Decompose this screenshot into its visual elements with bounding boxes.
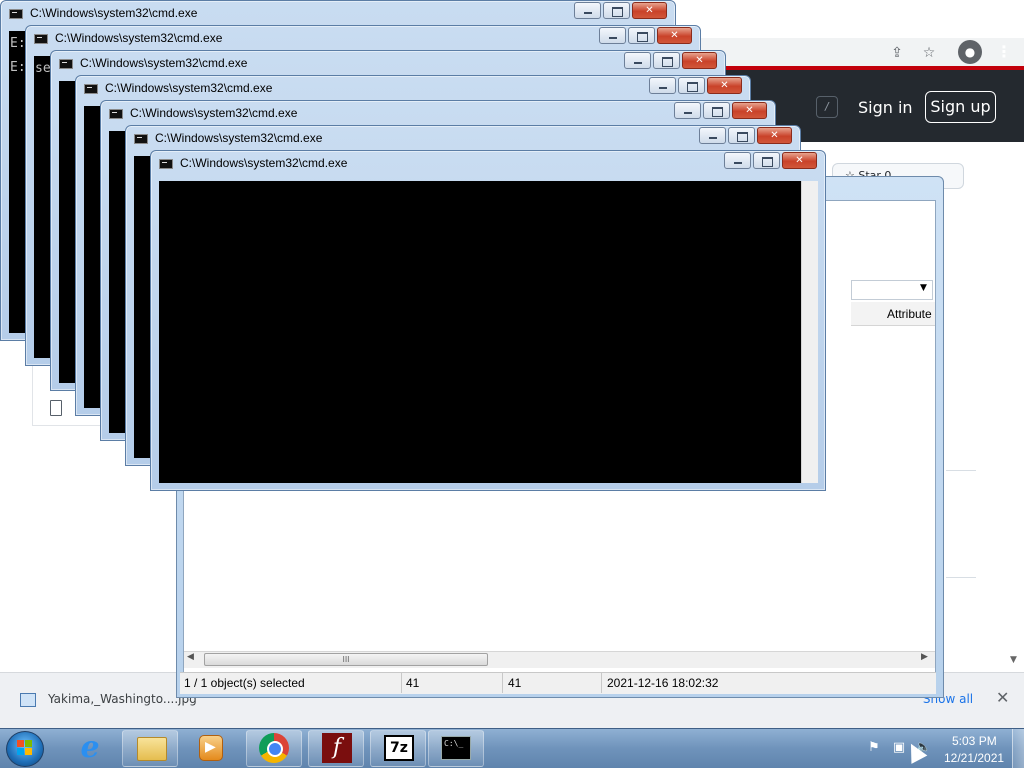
bookmark-star-icon[interactable]: ☆ [918, 42, 940, 64]
close-button[interactable] [682, 52, 717, 69]
search-shortcut-key[interactable]: / [816, 96, 838, 118]
status-separator [401, 673, 402, 693]
status-modified: 2021-12-16 18:02:32 [607, 676, 719, 690]
maximize-button[interactable] [653, 52, 680, 69]
maximize-button[interactable] [753, 152, 780, 169]
window-title: C:\Windows\system32\cmd.exe [180, 156, 348, 170]
scroll-down-arrow-icon[interactable]: ▼ [1010, 655, 1017, 665]
close-button[interactable] [707, 77, 742, 94]
maximize-button[interactable] [728, 127, 755, 144]
maximize-button[interactable] [603, 2, 630, 19]
console-icon [109, 109, 123, 119]
clock-time[interactable]: 5:03 PM [952, 734, 997, 748]
close-button[interactable] [732, 102, 767, 119]
logo-yellow-pane [25, 748, 32, 755]
console-icon [84, 84, 98, 94]
scroll-left-arrow-icon[interactable]: ◀ [187, 652, 194, 662]
maximize-button[interactable] [703, 102, 730, 119]
sign-in-link[interactable]: Sign in [858, 98, 913, 117]
internet-explorer-icon: e [80, 730, 100, 765]
status-separator [502, 673, 503, 693]
desktop: ⇪ ☆ ● ⋮ / Sign in Sign up ☆ Star 0 ▼ Yak… [0, 0, 1024, 768]
console-icon [34, 34, 48, 44]
window-title: C:\Windows\system32\cmd.exe [30, 6, 198, 20]
console-icon [134, 134, 148, 144]
close-button[interactable] [657, 27, 692, 44]
sign-up-button[interactable]: Sign up [925, 91, 996, 123]
download-file-name[interactable]: Yakima,_Washingto....jpg [48, 692, 197, 706]
cmd-window[interactable]: C:\Windows\system32\cmd.exe [150, 150, 826, 491]
console-icon [59, 59, 73, 69]
show-desktop-button[interactable] [1012, 729, 1024, 768]
status-selection: 1 / 1 object(s) selected [184, 676, 305, 690]
minimize-button[interactable] [674, 102, 701, 119]
window-title: C:\Windows\system32\cmd.exe [105, 81, 273, 95]
close-button[interactable] [632, 2, 667, 19]
column-header-attribute[interactable]: Attribute [887, 307, 932, 321]
flash-icon: f [322, 733, 352, 763]
image-file-icon [20, 693, 36, 707]
minimize-button[interactable] [624, 52, 651, 69]
chevron-down-icon[interactable]: ▼ [920, 283, 927, 293]
windows-logo-icon [17, 740, 33, 756]
scroll-right-arrow-icon[interactable]: ▶ [921, 652, 928, 662]
status-separator [601, 673, 602, 693]
logo-blue-pane [17, 748, 24, 755]
console-icon [9, 9, 23, 19]
window-title: C:\Windows\system32\cmd.exe [55, 31, 223, 45]
close-button[interactable] [757, 127, 792, 144]
share-icon[interactable]: ⇪ [886, 42, 908, 64]
7zip-icon: 7z [384, 735, 414, 761]
media-player-icon [199, 735, 223, 761]
vertical-scrollbar[interactable] [801, 181, 818, 483]
minimize-button[interactable] [649, 77, 676, 94]
minimize-button[interactable] [699, 127, 726, 144]
window-title: C:\Windows\system32\cmd.exe [80, 56, 248, 70]
logo-green-pane [25, 740, 32, 747]
divider [946, 470, 976, 471]
menu-kebab-icon[interactable]: ⋮ [996, 40, 1012, 64]
chrome-icon [259, 733, 289, 763]
console-area[interactable] [159, 181, 801, 483]
close-download-bar-icon[interactable]: ✕ [996, 688, 1009, 707]
maximize-button[interactable] [678, 77, 705, 94]
close-button[interactable] [782, 152, 817, 169]
clock-date[interactable]: 12/21/2021 [944, 751, 1004, 765]
action-center-flag-icon[interactable]: ⚑ [866, 741, 882, 755]
maximize-button[interactable] [628, 27, 655, 44]
minimize-button[interactable] [599, 27, 626, 44]
command-prompt-icon: C:\_ [441, 736, 471, 760]
console-icon [159, 159, 173, 169]
file-icon [50, 400, 62, 416]
window-title: C:\Windows\system32\cmd.exe [155, 131, 323, 145]
logo-red-pane [17, 740, 24, 747]
status-size: 41 [406, 676, 420, 690]
folder-icon [137, 737, 167, 761]
window-title: C:\Windows\system32\cmd.exe [130, 106, 298, 120]
scrollbar-thumb[interactable]: III [204, 653, 488, 666]
profile-avatar[interactable]: ● [958, 40, 982, 64]
status-packed-size: 41 [508, 676, 522, 690]
divider [946, 577, 976, 578]
minimize-button[interactable] [574, 2, 601, 19]
minimize-button[interactable] [724, 152, 751, 169]
